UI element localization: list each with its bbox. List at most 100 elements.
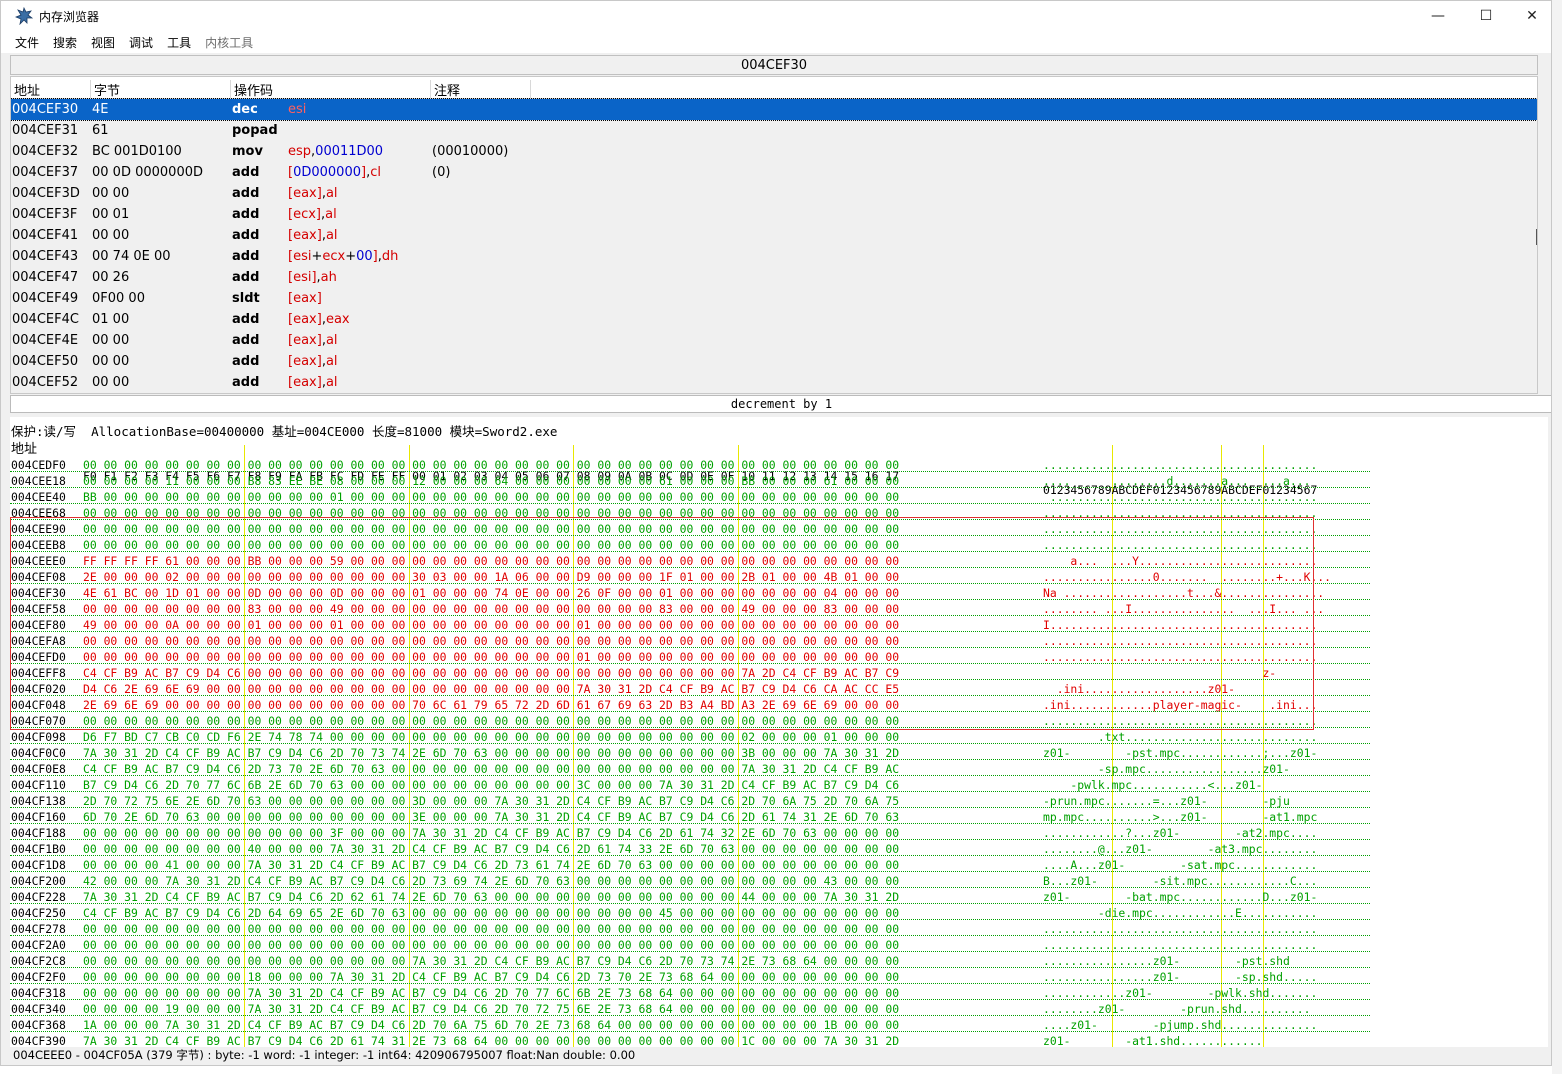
column-header-opcode[interactable]: 操作码	[231, 80, 431, 100]
disasm-row[interactable]: 004CEF52 00 00 add [eax],al	[11, 372, 1537, 393]
row-underline	[10, 759, 1370, 760]
disasm-row[interactable]: 004CEF37 00 0D 0000000D add [0D000000],cl (0…	[11, 162, 1537, 183]
column-header-comment[interactable]: 注释	[431, 80, 531, 100]
disasm-operands: [0D000000],cl	[288, 165, 381, 180]
hex-bytes: 00 00 00 00 00 00 00 00 00 00 00 00 00 0…	[83, 922, 900, 936]
disasm-address: 004CEF41	[12, 228, 79, 243]
hex-bytes: 00 00 00 00 00 00 00 00 18 00 00 00 7A 3…	[83, 970, 900, 984]
hex-address: 004CF278	[11, 922, 66, 936]
disasm-row[interactable]: 004CEF43 00 74 0E 00 add [esi+ecx+00],dh	[11, 246, 1537, 267]
cheat-engine-icon	[15, 7, 33, 25]
disassembler-pane[interactable]: 地址 字节 操作码 注释 004CEF30 4E dec esi 004CEF31 61 p…	[10, 76, 1538, 394]
hex-address: 004CF250	[11, 906, 66, 920]
row-underline	[10, 1031, 1370, 1032]
disasm-row[interactable]: 004CEF31 61 popad	[11, 120, 1537, 141]
disasm-operands: esp,00011D00	[288, 144, 383, 159]
row-underline	[10, 487, 1370, 488]
operand-token: eax	[325, 312, 350, 327]
disasm-row[interactable]: 004CEF30 4E dec esi	[11, 98, 1537, 121]
row-underline	[10, 1015, 1370, 1016]
background-desktop	[1552, 0, 1562, 1074]
window-title: 内存浏览器	[39, 10, 100, 24]
close-button[interactable]: ✕	[1509, 1, 1551, 31]
hex-ascii: z01- -at1.shd............	[1043, 1034, 1263, 1047]
hex-bytes: 00 00 00 00 41 00 00 00 7A 30 31 2D C4 C…	[83, 858, 900, 872]
disasm-opcode: add	[232, 249, 260, 264]
disasm-row[interactable]: 004CEF32 BC 001D0100 mov esp,00011D00 (00010…	[11, 141, 1537, 162]
hex-view-pane[interactable]: 保护:读/写 AllocationBase=00400000 基址=004CE0…	[10, 417, 1548, 1047]
disasm-bytes: 0F00 00	[92, 291, 145, 306]
hex-address: 004CF138	[11, 794, 66, 808]
operand-token: esp	[288, 144, 312, 159]
disasm-row[interactable]: 004CEF3D 00 00 add [eax],al	[11, 183, 1537, 204]
hex-header-address: 地址	[11, 442, 38, 457]
disasm-operands: [eax]	[288, 291, 322, 306]
disasm-operands: [eax],eax	[288, 312, 350, 327]
row-underline	[10, 855, 1370, 856]
row-underline	[10, 807, 1370, 808]
row-underline	[10, 919, 1370, 920]
operand-token: cl	[370, 165, 381, 180]
disasm-bytes: 00 26	[92, 270, 130, 285]
disasm-comment: (00010000)	[432, 144, 509, 159]
disasm-row[interactable]: 004CEF47 00 26 add [esi],ah	[11, 267, 1537, 288]
disasm-address: 004CEF37	[12, 165, 79, 180]
address-bar[interactable]: 004CEF30	[10, 55, 1538, 75]
hex-ascii: ........................................	[1043, 938, 1318, 952]
hex-address: 004CF2F0	[11, 970, 66, 984]
title-bar[interactable]: 内存浏览器 — ☐ ✕	[1, 1, 1551, 31]
menu-kernel-tools[interactable]: 内核工具	[198, 34, 260, 51]
row-underline	[10, 903, 1370, 904]
hex-ascii: z01- -pst.mpc............;...z01-	[1043, 746, 1318, 760]
disasm-bytes: 01 00	[92, 312, 130, 327]
hex-bytes: D6 F7 BD C7 CB C0 CD F6 2E 74 78 74 00 0…	[83, 730, 900, 744]
disasm-opcode: add	[232, 207, 260, 222]
operand-token: ecx	[322, 249, 346, 264]
hex-address: 004CF368	[11, 1018, 66, 1032]
hex-ascii: ................z01- -sp.shd.....	[1043, 970, 1318, 984]
disasm-address: 004CEF4E	[12, 333, 79, 348]
row-underline	[10, 935, 1370, 936]
column-header-bytes[interactable]: 字节	[91, 80, 231, 100]
disasm-bytes: BC 001D0100	[92, 144, 182, 159]
disasm-operands: [eax],al	[288, 228, 338, 243]
row-underline	[10, 839, 1370, 840]
hex-ascii: ....A...z01- -sat.mpc............	[1043, 858, 1318, 872]
disassembler-scrollbar[interactable]	[1536, 229, 1537, 245]
hex-bytes: 00 00 00 00 11 00 00 00 B8 83 EE BE 08 0…	[83, 474, 900, 488]
row-underline	[10, 775, 1370, 776]
disasm-operands: [ecx],al	[288, 207, 337, 222]
disasm-bytes: 00 00	[92, 186, 130, 201]
row-underline	[10, 951, 1370, 952]
row-underline	[10, 887, 1370, 888]
operand-token: al	[325, 375, 338, 390]
hex-header-row: 地址 F0 F1 F2 F3 F4 F5 F6 F7 F8 F9 FA FB F…	[10, 441, 1317, 497]
disasm-row[interactable]: 004CEF50 00 00 add [eax],al	[11, 351, 1537, 372]
hex-bytes: 7A 30 31 2D C4 CF B9 AC B7 C9 D4 C6 2D 6…	[83, 890, 900, 904]
menu-file[interactable]: 文件	[1, 34, 46, 51]
disasm-row[interactable]: 004CEF4E 00 00 add [eax],al	[11, 330, 1537, 351]
disasm-row[interactable]: 004CEF49 0F00 00 sldt [eax]	[11, 288, 1537, 309]
hex-ascii: -die.mpc............E...........	[1043, 906, 1318, 920]
hex-ascii: ........z01- -prun.shd..........	[1043, 1002, 1311, 1016]
hex-address: 004CF2C8	[11, 954, 66, 968]
hex-bytes: 2D 70 72 75 6E 2E 6D 70 63 00 00 00 00 0…	[83, 794, 900, 808]
hex-ascii: -sp.mpc.................z01-	[1043, 762, 1318, 776]
disasm-opcode: sldt	[232, 291, 260, 306]
maximize-button[interactable]: ☐	[1463, 1, 1509, 31]
menu-debug[interactable]: 调试	[122, 34, 160, 51]
disasm-row[interactable]: 004CEF3F 00 01 add [ecx],al	[11, 204, 1537, 225]
disasm-bytes: 00 00	[92, 228, 130, 243]
minimize-button[interactable]: —	[1415, 1, 1461, 31]
menu-search[interactable]: 搜索	[46, 34, 84, 51]
disasm-row[interactable]: 004CEF4C 01 00 add [eax],eax	[11, 309, 1537, 330]
disasm-address: 004CEF50	[12, 354, 79, 369]
disasm-address: 004CEF3F	[12, 207, 78, 222]
menu-view[interactable]: 视图	[84, 34, 122, 51]
operand-token: al	[325, 207, 337, 222]
hex-bytes: 00 00 00 00 00 00 00 00 40 00 00 00 7A 3…	[83, 842, 900, 856]
disasm-bytes: 00 00	[92, 333, 130, 348]
menu-tools[interactable]: 工具	[160, 34, 198, 51]
column-header-address[interactable]: 地址	[11, 80, 91, 100]
disasm-row[interactable]: 004CEF41 00 00 add [eax],al	[11, 225, 1537, 246]
